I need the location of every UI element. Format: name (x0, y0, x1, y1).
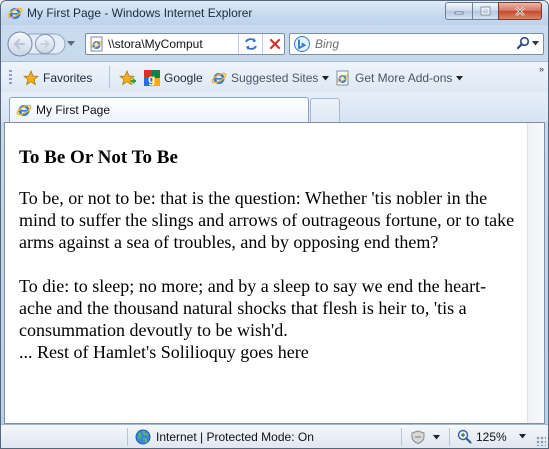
favorites-item-get-more-addons[interactable]: Get More Add-ons (335, 69, 464, 87)
chevron-down-icon (518, 434, 526, 439)
search-button[interactable] (516, 36, 539, 50)
back-button[interactable] (7, 31, 33, 57)
close-icon (515, 6, 525, 16)
vertical-scrollbar[interactable] (527, 123, 544, 423)
favorites-item-google[interactable]: g Google (144, 69, 203, 87)
add-favorite-star-icon (119, 70, 136, 86)
ie-icon (211, 72, 227, 84)
maximize-button[interactable] (472, 2, 498, 20)
add-to-favorites-bar-button[interactable] (119, 69, 137, 87)
favorites-item-suggested-sites[interactable]: Suggested Sites (211, 69, 330, 87)
separator (449, 428, 450, 446)
globe-icon (135, 429, 151, 445)
caption-buttons (445, 2, 542, 20)
tab-bar: My First Page (1, 92, 548, 122)
address-bar[interactable]: \\stora\MyComput (85, 33, 285, 55)
page-heading: To Be Or Not To Be (19, 147, 178, 168)
ie-icon (336, 70, 349, 86)
favorites-star-icon (23, 70, 39, 86)
page-icon (90, 36, 103, 52)
favorites-item-label: Google (164, 71, 203, 85)
favorites-button[interactable]: Favorites (23, 69, 92, 87)
chevron-down-icon (456, 75, 464, 80)
refresh-icon (244, 38, 257, 50)
google-icon: g (144, 70, 160, 86)
address-input[interactable]: \\stora\MyComput (108, 37, 258, 51)
favorites-item-label: Suggested Sites (231, 71, 319, 85)
paragraph: To die: to sleep; no more; and by a slee… (19, 276, 487, 340)
refresh-button[interactable] (238, 34, 262, 54)
search-options-dropdown-icon[interactable] (532, 40, 539, 46)
toolbar-grip[interactable] (9, 70, 12, 86)
tab-my-first-page[interactable]: My First Page (9, 97, 309, 122)
toolbar-overflow-chevron-icon[interactable]: » (539, 64, 544, 74)
svg-text:g: g (148, 72, 155, 86)
favorites-bar: Favorites g Google Suggested Sites Get M… (1, 61, 548, 92)
status-bar: Internet | Protected Mode: On 125% (1, 424, 548, 448)
paragraph: ... Rest of Hamlet's Solilioquy goes her… (19, 342, 309, 362)
ie-icon (16, 104, 32, 116)
maximize-icon (480, 6, 491, 16)
magnifier-icon (516, 36, 530, 50)
chevron-down-icon (433, 434, 440, 439)
favorites-item-label: Get More Add-ons (355, 71, 453, 85)
shield-icon (411, 430, 425, 445)
navigation-bar: \\stora\MyComput Bing (1, 25, 548, 61)
new-tab-button[interactable] (310, 98, 340, 122)
browser-window: My First Page - Windows Internet Explore… (0, 0, 549, 449)
zoom-level: 125% (476, 429, 507, 444)
zoom-control[interactable]: 125% (457, 429, 526, 444)
protected-mode-button[interactable] (409, 429, 440, 445)
close-window-button[interactable] (498, 2, 542, 20)
recent-pages-dropdown-icon[interactable] (67, 41, 75, 46)
stop-button[interactable] (262, 34, 286, 54)
resize-grip[interactable] (536, 436, 546, 446)
forward-button[interactable] (35, 34, 55, 54)
bing-logo-icon (294, 36, 310, 52)
zoom-icon (457, 429, 472, 444)
separator (109, 66, 110, 88)
favorites-label: Favorites (43, 71, 93, 85)
separator (401, 428, 402, 446)
window-title: My First Page - Windows Internet Explore… (27, 6, 253, 20)
search-input[interactable]: Bing (315, 37, 339, 51)
chevron-down-icon (322, 75, 330, 80)
page-content: To Be Or Not To Be To be, or not to be: … (4, 122, 545, 424)
ie-logo-icon (7, 7, 23, 19)
minimize-button[interactable] (445, 2, 472, 20)
security-zone[interactable]: Internet | Protected Mode: On (135, 429, 314, 445)
zone-text: Internet | Protected Mode: On (156, 430, 314, 444)
document: To Be Or Not To Be To be, or not to be: … (19, 147, 519, 363)
separator (127, 428, 128, 446)
title-bar: My First Page - Windows Internet Explore… (1, 1, 548, 25)
back-forward-buttons (7, 31, 66, 57)
tab-label: My First Page (36, 103, 111, 117)
minimize-icon (454, 11, 464, 15)
search-box[interactable]: Bing (289, 33, 544, 55)
paragraph: To be, or not to be: that is the questio… (19, 188, 515, 252)
stop-icon (269, 38, 280, 50)
